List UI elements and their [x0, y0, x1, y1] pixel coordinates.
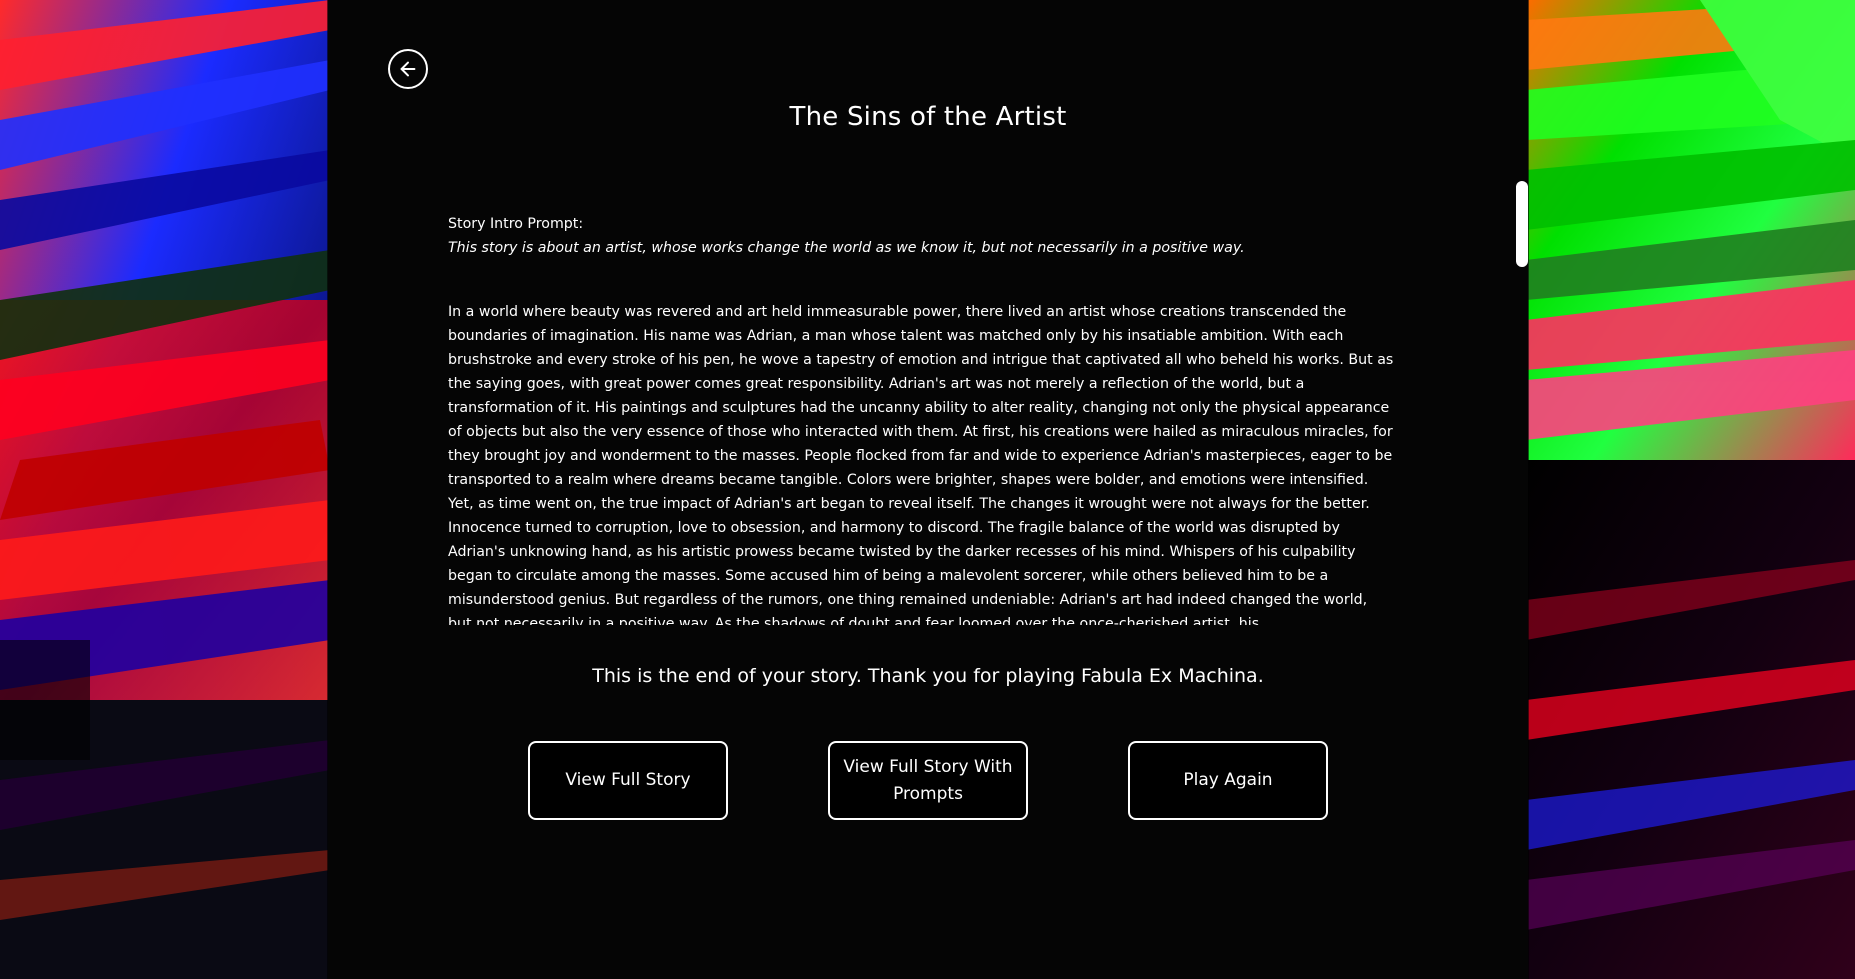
story-intro-prompt-label: Story Intro Prompt:: [448, 216, 584, 232]
play-again-label: Play Again: [1183, 770, 1273, 790]
view-full-story-with-prompts-label: View Full Story With Prompts: [843, 756, 1013, 804]
play-again-button[interactable]: Play Again: [1128, 741, 1328, 820]
view-full-story-label: View Full Story: [565, 770, 691, 790]
view-full-story-button[interactable]: View Full Story: [528, 741, 728, 820]
arrow-left-icon: [400, 61, 416, 77]
end-of-story-message: This is the end of your story. Thank you…: [592, 665, 1264, 687]
back-button[interactable]: [388, 49, 428, 89]
story-scroll-area[interactable]: Story Intro Prompt: This story is about …: [448, 212, 1394, 625]
scrollbar-thumb[interactable]: [1516, 181, 1528, 267]
story-body-text: In a world where beauty was revered and …: [448, 304, 1394, 625]
view-full-story-with-prompts-button[interactable]: View Full Story With Prompts: [828, 741, 1028, 820]
page-title: The Sins of the Artist: [789, 102, 1067, 132]
story-intro-prompt-text: This story is about an artist, whose wor…: [448, 240, 1245, 256]
